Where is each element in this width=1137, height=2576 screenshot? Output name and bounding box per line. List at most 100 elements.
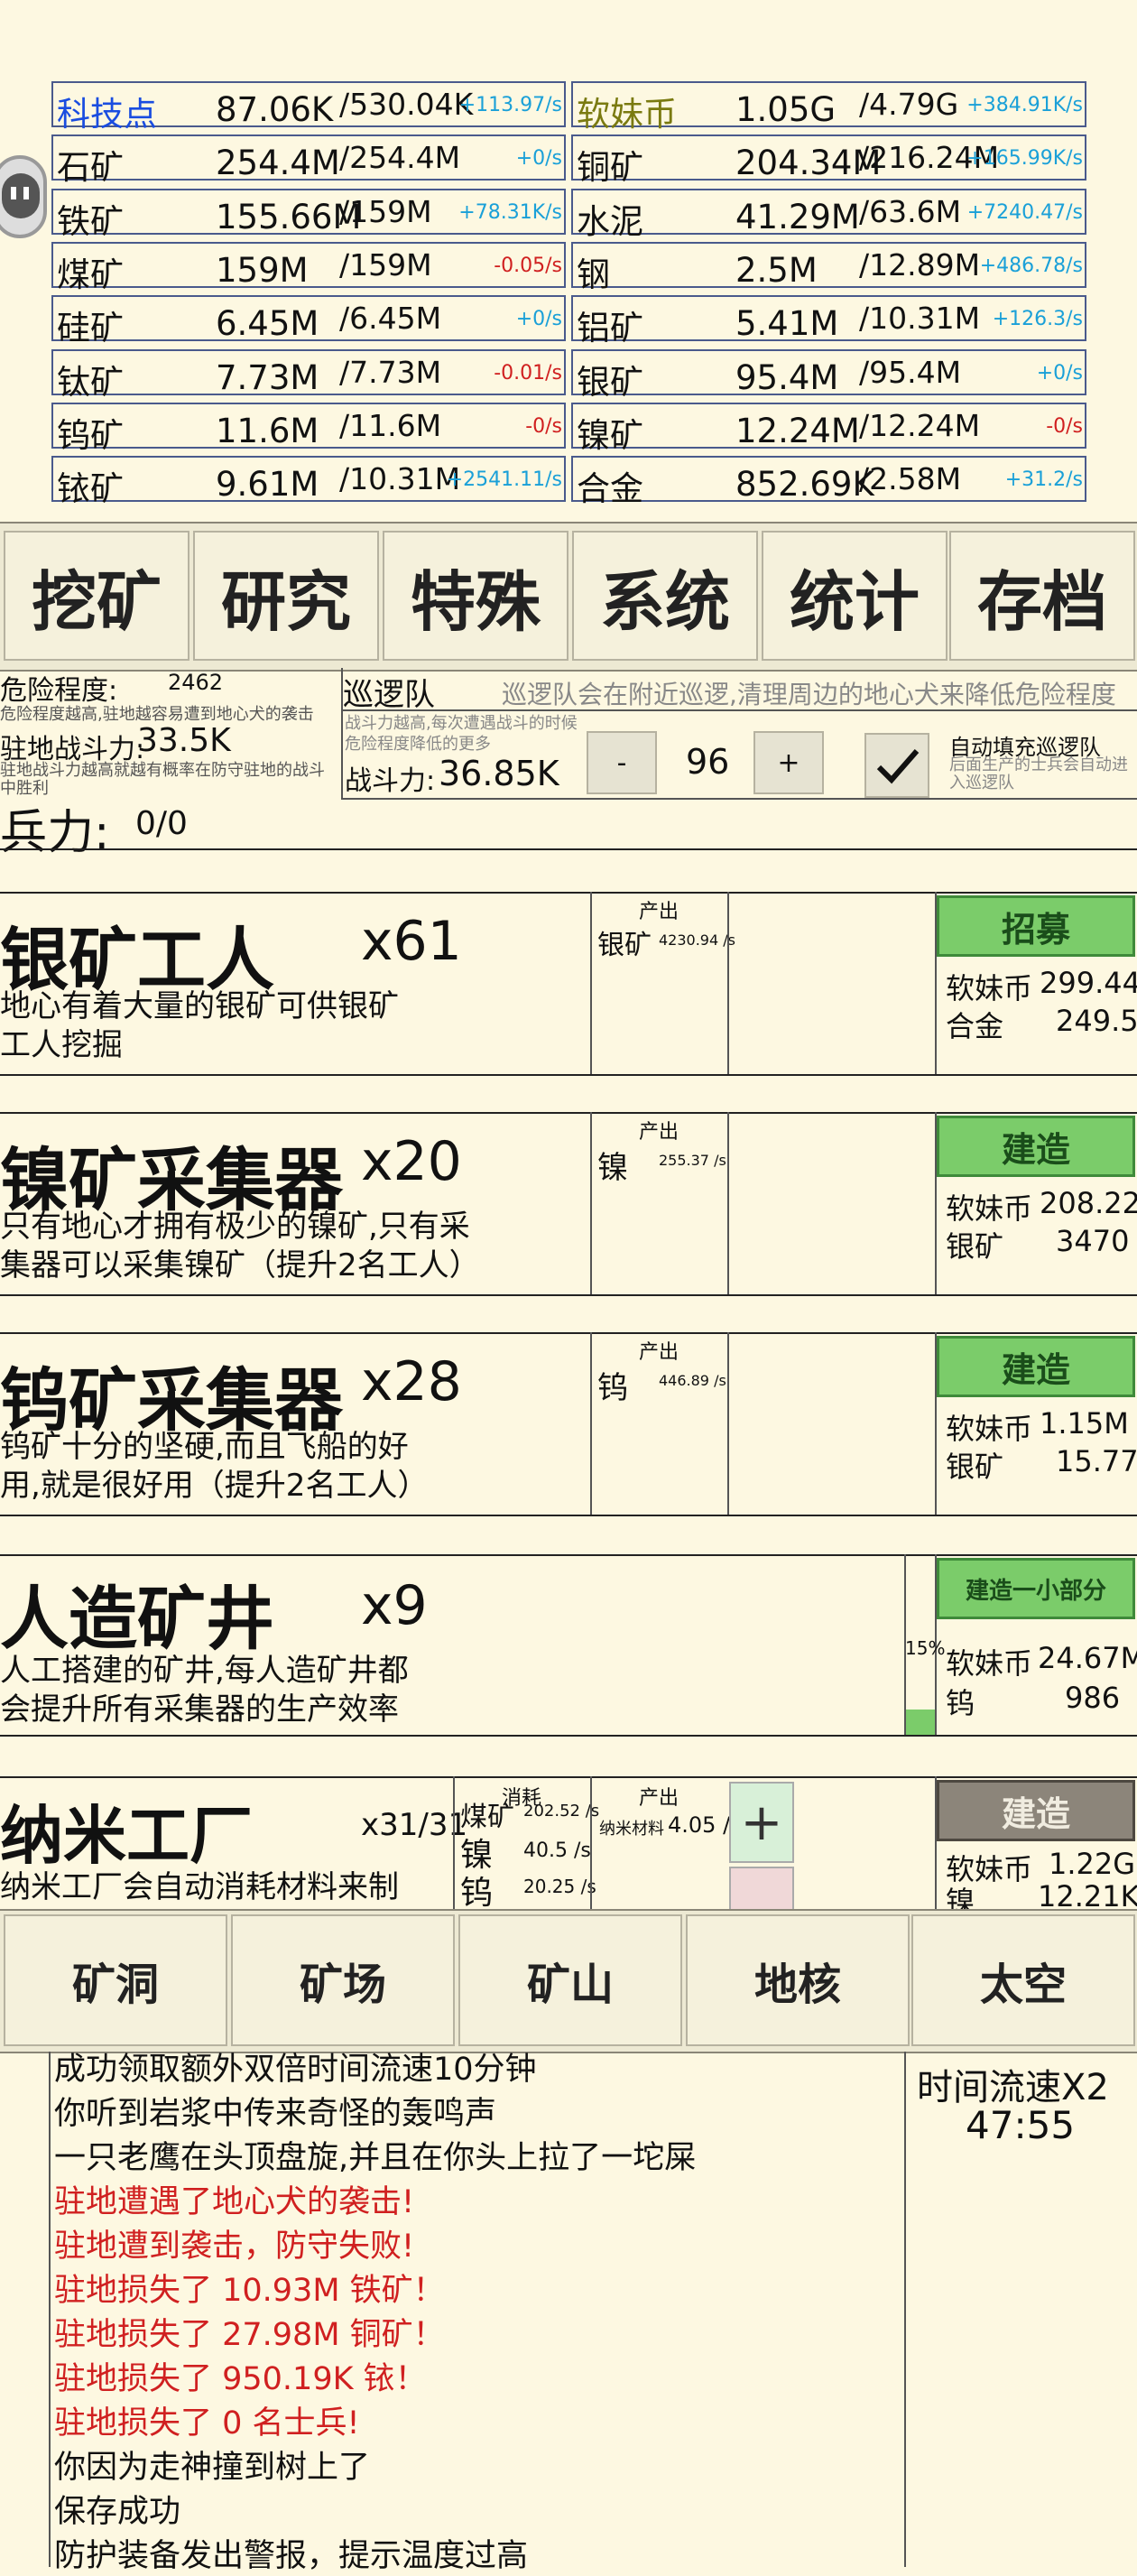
cost-1-name: 软妹币 [946,971,1033,1005]
resource-max: /10.31M [339,461,461,497]
building-panel: 银矿工人 x61 地心有着大量的银矿可供银矿 工人挖掘 产出 银矿 4230.9… [0,892,1137,1078]
log-entry: 驻地损失了 950.19K 铱！ [54,2361,427,2397]
resource-value: 7.73M [216,357,319,397]
tab-mountain[interactable]: 矿山 [458,1914,682,2046]
nano-out-label: 产出 [639,1787,679,1810]
building-count: x61 [361,910,462,973]
resource-max: /10.31M [859,301,981,337]
build-button[interactable]: 建造 [937,1336,1135,1397]
area-tab-bar: 矿洞 矿场 矿山 地核 太空 [0,1909,1137,2053]
output-label: 产出 [639,901,679,923]
building-desc-2: 用,就是很好用（提升2名工人） [0,1468,429,1504]
tab-special[interactable]: 特殊 [383,531,568,661]
patrol-plus-button[interactable]: + [753,731,824,794]
nano-panel: 纳米工厂 x31/31 纳米工厂会自动消耗材料来制 消耗 煤矿 202.52 /… [0,1776,1137,1919]
nano-consume-rate-2: 40.5 /s [523,1839,591,1862]
resource-value: 2.5M [735,250,818,290]
resource-row: 铝矿 5.41M/10.31M +126.3/s [571,295,1086,347]
garrison-hint: 驻地战斗力越高就越有概率在防守驻地的战斗中胜利 [0,761,325,798]
cost-1-val: 1.15M [1040,1406,1129,1441]
resource-name: 钨矿 [57,415,124,455]
build-button[interactable]: 建造 [937,1116,1135,1177]
resource-rate: +2541.11/s [446,468,562,492]
resource-row: 铱矿 9.61M/10.31M +2541.11/s [51,456,566,508]
resource-max: /4.79G [859,87,959,122]
building-desc-2: 集器可以采集镍矿（提升2名工人） [0,1247,480,1283]
log-entry: 驻地损失了 10.93M 铁矿！ [54,2273,445,2309]
resource-row: 水泥 41.29M/63.6M +7240.47/s [571,188,1086,241]
tab-mining[interactable]: 挖矿 [4,531,190,661]
log-entry: 你因为走神撞到树上了 [54,2450,371,2486]
tab-system[interactable]: 系统 [572,531,758,661]
resource-name: 镍矿 [577,415,643,455]
shaft-title: 人造矿井 [0,1579,274,1659]
cost-2-val: 249.53K [1056,1004,1137,1038]
tab-mine-field[interactable]: 矿场 [231,1914,455,2046]
shaft-progress-track [906,1554,935,1737]
resource-name: 铜矿 [577,148,643,188]
shaft-panel: 人造矿井 x9 人工搭建的矿井,每人造矿井都 会提升所有采集器的生产效率 15%… [0,1554,1137,1746]
cost-2-val: 3470 [1056,1224,1130,1258]
resource-rate: +31.2/s [1004,468,1083,492]
log-entry: 驻地遭遇了地心犬的袭击! [54,2184,415,2220]
tab-space[interactable]: 太空 [911,1914,1135,2046]
time-speed-timer: 47:55 [966,2103,1076,2147]
nano-desc: 纳米工厂会自动消耗材料来制 [0,1869,399,1905]
resource-value: 9.61M [216,465,319,505]
build-button[interactable]: 招募 [937,895,1135,957]
output-rate: 4230.94 /s [659,931,735,949]
resource-max: /159M [339,193,432,229]
floating-menu-button[interactable] [0,155,47,238]
nano-consume-name-3: 钨 [460,1875,494,1912]
resource-value: 41.29M [735,197,860,236]
cost-1-name: 软妹币 [946,1191,1033,1226]
log-entry: 成功领取额外双倍时间流速10分钟 [54,2052,537,2088]
nano-build-button[interactable]: 建造 [937,1780,1135,1841]
patrol-count: 96 [686,742,730,782]
resource-value: 12.24M [735,411,860,450]
log-entry: 防护装备发出警报，提示温度过高 [54,2538,529,2574]
shaft-cost-1-name: 软妹币 [946,1646,1033,1681]
shaft-build-button[interactable]: 建造一小部分 [937,1558,1135,1619]
resource-name: 银矿 [577,362,643,402]
nano-cost-1-val: 1.22G [1049,1847,1136,1881]
resource-row: 合金 852.69K/2.58M +31.2/s [571,456,1086,508]
resource-name: 硅矿 [57,309,124,348]
resource-value: 6.45M [216,304,319,344]
resource-max: /95.4M [859,354,962,390]
building-desc-1: 地心有着大量的银矿可供银矿 [0,988,399,1024]
resource-rate: +7240.47/s [966,200,1083,224]
tab-save[interactable]: 存档 [949,531,1135,661]
resource-rate: +78.31K/s [458,200,562,224]
nano-out-name: 纳米材料 [599,1820,664,1839]
shaft-desc-1: 人工搭建的矿井,每人造矿井都 [0,1653,409,1689]
resource-row: 钢 2.5M/12.89M +486.78/s [571,241,1086,294]
nano-minus-slot[interactable] [729,1867,794,1912]
resource-max: /11.6M [339,407,442,443]
output-label: 产出 [639,1341,679,1364]
tab-cave[interactable]: 矿洞 [4,1914,227,2046]
troops-label: 兵力: [0,806,110,860]
building-panel: 钨矿采集器 x28 钨矿十分的坚硬,而且飞船的好 用,就是很好用（提升2名工人）… [0,1332,1137,1518]
tab-research[interactable]: 研究 [193,531,379,661]
nano-plus-button[interactable]: + [729,1782,794,1863]
log-entry: 驻地遭到袭击，防守失败! [54,2229,415,2265]
resource-value: 159M [216,250,309,290]
auto-fill-hint: 后面生产的士兵会自动进入巡逻队 [949,755,1128,792]
tab-core[interactable]: 地核 [686,1914,910,2046]
tab-stats[interactable]: 统计 [762,531,948,661]
resource-name: 铱矿 [57,469,124,509]
building-count: x20 [361,1130,462,1193]
cost-2-val: 15.77K [1056,1444,1137,1478]
resource-value: 852.69K [735,465,874,505]
resource-max: /2.58M [859,461,962,497]
log-entry: 一只老鹰在头顶盘旋,并且在你头上拉了一坨屎 [54,2140,697,2176]
resource-rate: +165.99K/s [966,147,1083,171]
patrol-minus-button[interactable]: - [587,731,657,794]
resource-value: 1.05G [735,90,837,129]
check-icon [876,749,920,784]
auto-fill-checkbox[interactable] [864,733,929,798]
troops-value: 0/0 [135,805,188,842]
resource-rate: -0/s [1046,414,1083,438]
cost-2-name: 合金 [946,1009,1004,1043]
